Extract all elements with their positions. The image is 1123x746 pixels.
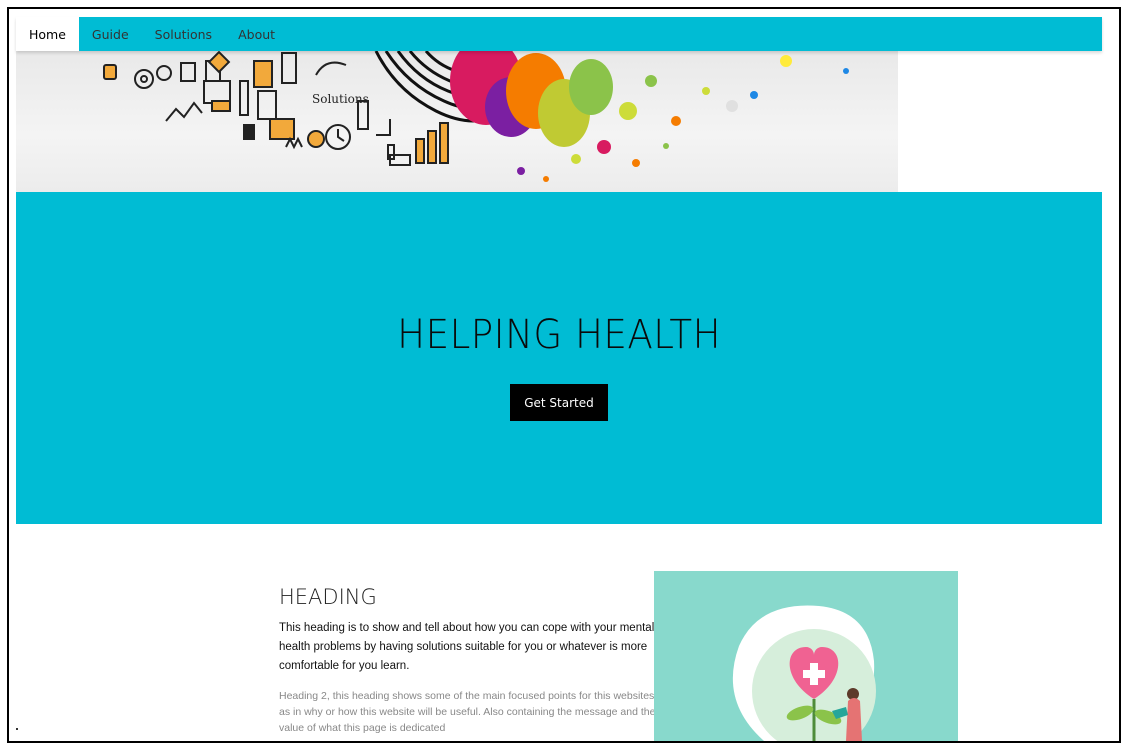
get-started-button[interactable]: Get Started [510,384,608,421]
hero-doodle-word: Solutions [312,92,369,106]
stray-dot [16,728,18,730]
content-section: HEADING This heading is to show and tell… [279,585,659,736]
hero-banner: HELPING HEALTH Get Started [16,192,1102,524]
nav-about[interactable]: About [225,17,288,51]
content-paragraph-1: This heading is to show and tell about h… [279,622,655,672]
hero-doodle-art: Solutions [103,51,849,182]
nav-solutions[interactable]: Solutions [142,17,225,51]
content-heading: HEADING [279,585,377,609]
heart-plant-illustration [732,605,876,741]
illustration-image [654,571,958,741]
nav-guide[interactable]: Guide [79,17,142,51]
banner-title: HELPING HEALTH [397,312,721,358]
hero-image: Solutions [16,51,898,192]
top-nav: Home Guide Solutions About [16,17,1102,51]
content-paragraph-2: Heading 2, this heading shows some of th… [279,690,656,734]
nav-home[interactable]: Home [16,17,79,51]
